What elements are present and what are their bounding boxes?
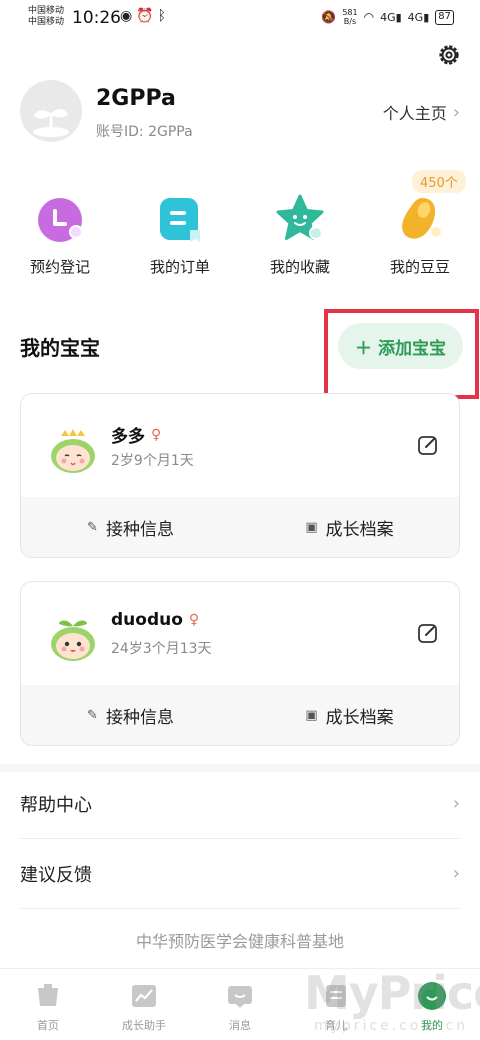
avatar[interactable] (20, 80, 82, 142)
growth-record-button[interactable]: ▣ 成长档案 (240, 497, 459, 557)
footer-note: 中华预防医学会健康科普基地 (135, 932, 344, 951)
quick-action-orders[interactable]: 我的订单 (130, 192, 230, 277)
vaccine-info-button[interactable]: ✎ 接种信息 (21, 685, 240, 745)
baby-avatar (47, 612, 99, 664)
tab-home[interactable]: 首页 (0, 969, 96, 1040)
baby-actions: ✎ 接种信息 ▣ 成长档案 (21, 497, 459, 557)
add-baby-button[interactable]: ＋ 添加宝宝 (338, 323, 463, 369)
menu-feedback[interactable]: 建议反馈 › (20, 839, 460, 909)
mute-icon: 🔕 (321, 10, 337, 24)
alarm-icon: ⏰ (136, 8, 158, 24)
female-icon: ♀ (151, 426, 162, 443)
message-icon (225, 981, 255, 1011)
syringe-icon: ✎ (87, 707, 98, 723)
net-speed: 581 B/s (342, 8, 358, 26)
baby-age: 2岁9个月1天 (111, 453, 194, 469)
watermark-logo: MyPrice (304, 966, 480, 1020)
vaccine-info-button[interactable]: ✎ 接种信息 (21, 497, 240, 557)
baby-avatar (47, 424, 99, 476)
female-icon: ♀ (188, 612, 200, 628)
growth-record-icon: ▣ (305, 519, 318, 535)
settings-gear-icon[interactable] (436, 42, 462, 68)
appointment-icon (32, 192, 88, 248)
username: 2GPPa (96, 86, 176, 111)
status-icons-left: ◉⏰ᛒ (120, 8, 170, 24)
edit-icon[interactable] (417, 434, 439, 456)
growth-record-icon: ▣ (305, 707, 318, 723)
plus-icon: ＋ (355, 338, 372, 359)
status-time: 10:26 (72, 8, 121, 28)
carrier-labels: 中国移动 中国移动 (28, 6, 65, 27)
status-bar: 中国移动 中国移动 10:26 ◉⏰ᛒ 🔕 581 B/s ◠ 4G▮ 4G▮ … (0, 0, 480, 36)
signal-icon-2: 4G▮ (407, 10, 430, 24)
growth-chart-icon (129, 981, 159, 1011)
account-id: 账号ID: 2GPPa (96, 124, 193, 140)
tab-growth-assistant[interactable]: 成长助手 (96, 969, 192, 1040)
chevron-right-icon: › (452, 101, 460, 123)
battery-icon: 87 (435, 9, 454, 25)
signal-icon-1: 4G▮ (380, 10, 402, 24)
home-icon (33, 981, 63, 1011)
beans-count-badge: 450个 (412, 170, 466, 193)
eye-icon: ◉ (120, 8, 137, 24)
chevron-right-icon: › (452, 793, 460, 814)
growth-record-button[interactable]: ▣ 成长档案 (240, 685, 459, 745)
baby-name: 多多 ♀ (111, 426, 162, 448)
watermark-url: myprice.com.cn (314, 1018, 469, 1034)
my-babies-title: 我的宝宝 (20, 336, 100, 360)
quick-action-favorites[interactable]: 我的收藏 (250, 192, 350, 277)
baby-name: duoduo ♀ (111, 610, 200, 630)
edit-icon[interactable] (417, 622, 439, 644)
baby-age: 24岁3个月13天 (111, 641, 212, 657)
chevron-right-icon: › (452, 863, 460, 884)
baby-actions: ✎ 接种信息 ▣ 成长档案 (21, 685, 459, 745)
bluetooth-icon: ᛒ (157, 8, 171, 24)
baby-card[interactable]: 多多 ♀ 2岁9个月1天 ✎ 接种信息 ▣ 成长档案 (20, 393, 460, 558)
order-icon (152, 192, 208, 248)
personal-homepage-link[interactable]: 个人主页 › (383, 100, 460, 124)
quick-action-appointment[interactable]: 预约登记 (10, 192, 110, 277)
menu-help-center[interactable]: 帮助中心 › (20, 769, 460, 839)
baby-card[interactable]: duoduo ♀ 24岁3个月13天 ✎ 接种信息 ▣ 成长档案 (20, 581, 460, 746)
quick-action-beans[interactable]: 我的豆豆 (370, 192, 470, 277)
status-icons-right: 🔕 581 B/s ◠ 4G▮ 4G▮ 87 (321, 8, 454, 26)
wifi-icon: ◠ (363, 10, 375, 24)
syringe-icon: ✎ (87, 519, 98, 535)
bean-icon (392, 192, 448, 248)
tab-messages[interactable]: 消息 (192, 969, 288, 1040)
add-baby-highlight: ＋ 添加宝宝 (324, 309, 479, 399)
favorite-star-icon (272, 192, 328, 248)
